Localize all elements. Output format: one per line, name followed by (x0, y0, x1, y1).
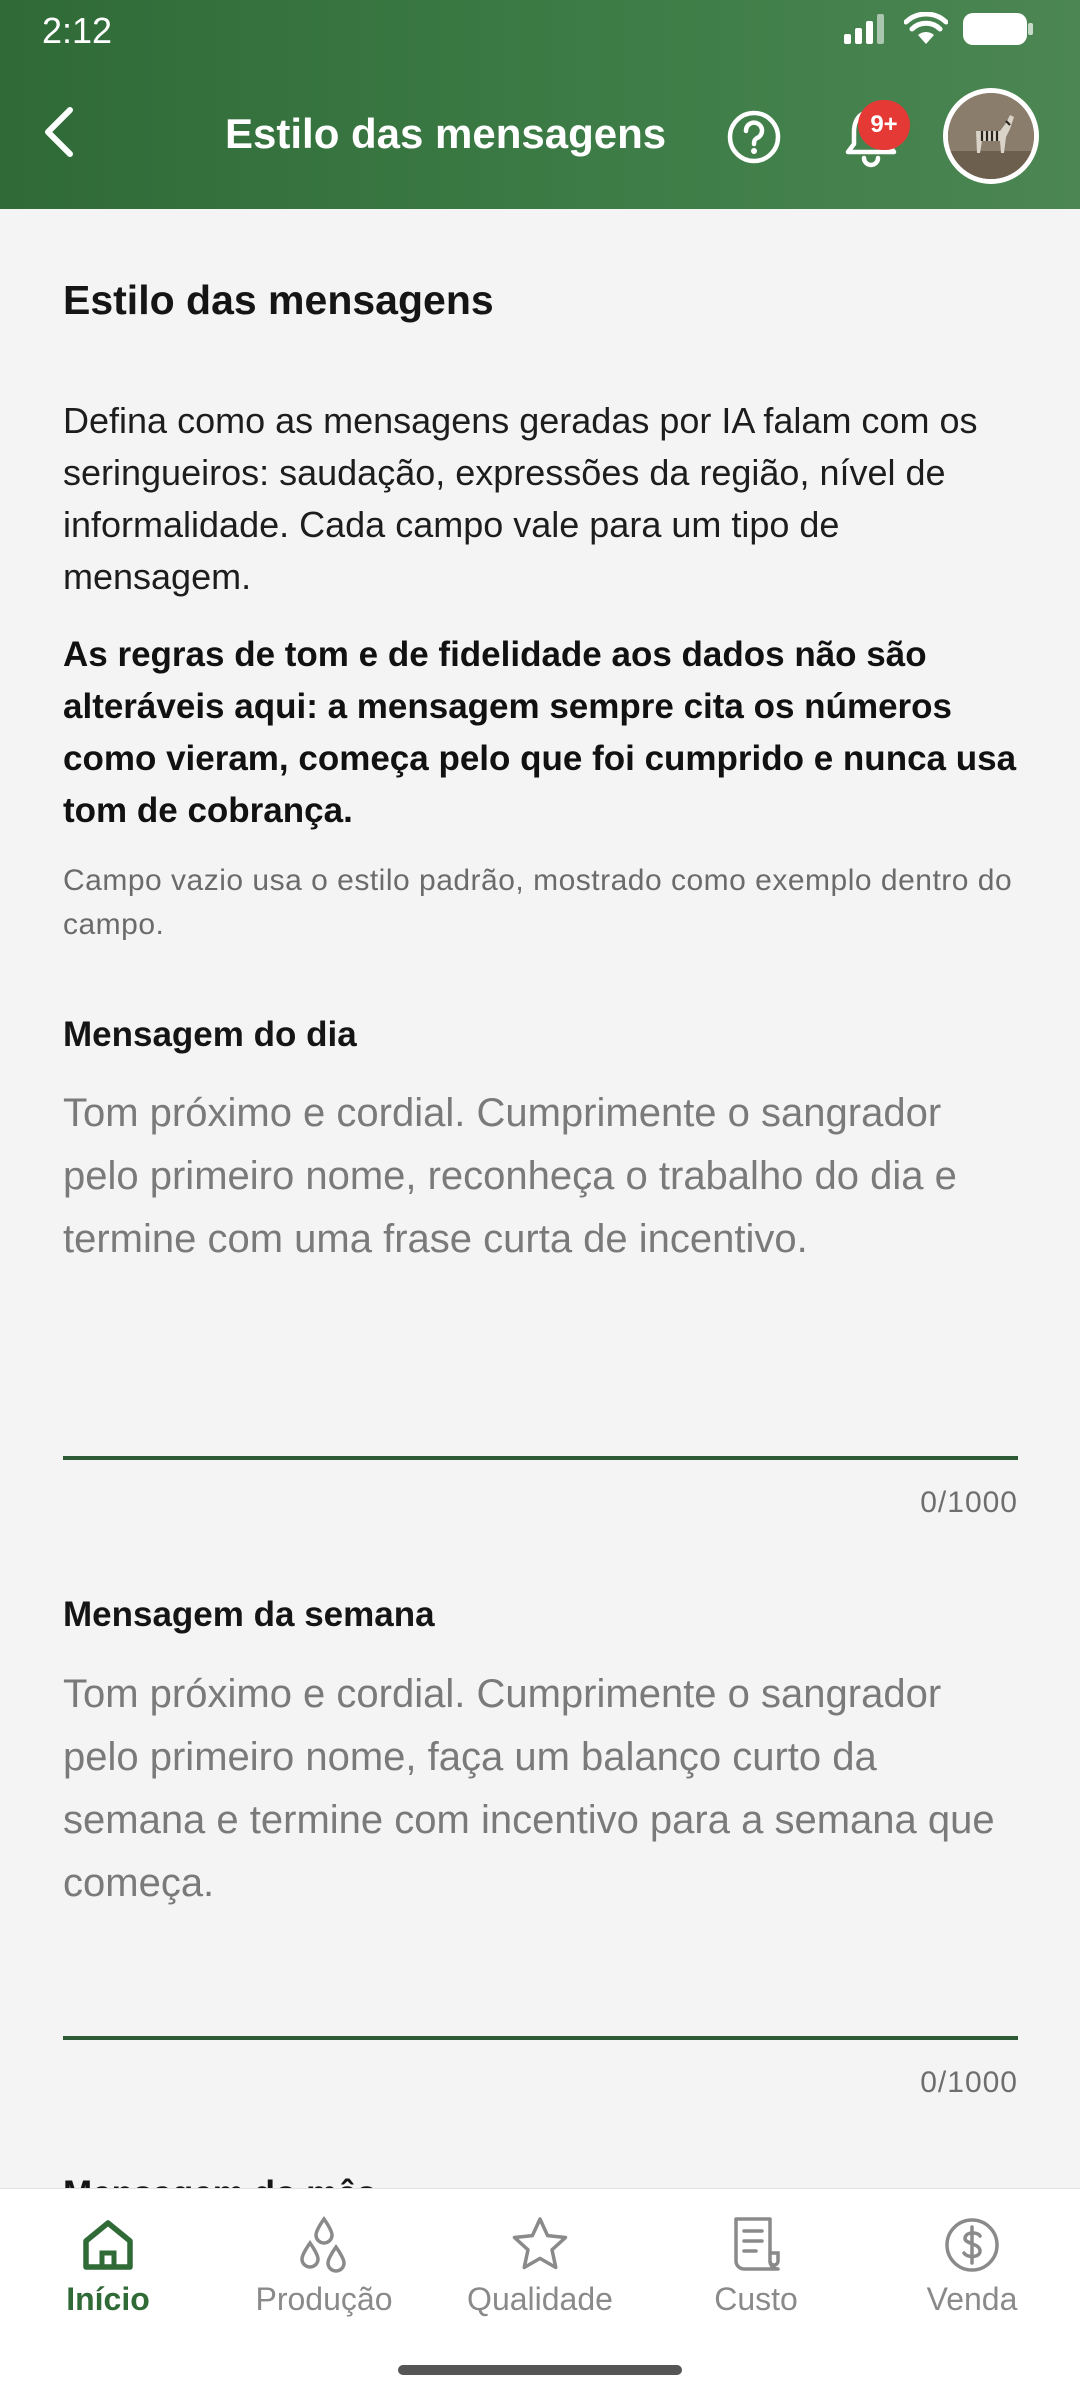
toolbar: Estilo das mensagens 9+ (0, 64, 1080, 209)
weekly-message-placeholder: Tom próximo e cordial. Cumprimente o san… (63, 1672, 995, 1905)
app-bar: 2:12 Estilo das mensagens 9+ (0, 0, 1080, 209)
nav-label-qualidade: Qualidade (467, 2281, 613, 2317)
nav-item-custo[interactable]: Custo (648, 2189, 864, 2329)
home-icon (83, 2220, 133, 2270)
weekly-message-counter: 0/1000 (920, 2066, 1018, 2099)
daily-message-label: Mensagem do dia (63, 1015, 357, 1054)
zebra-avatar-image (948, 93, 1034, 179)
home-indicator[interactable] (398, 2365, 682, 2375)
battery-icon (963, 13, 1033, 45)
receipt-icon (734, 2217, 780, 2271)
nav-item-producao[interactable]: Produção (216, 2189, 432, 2329)
status-bar: 2:12 (0, 0, 1080, 64)
nav-item-inicio[interactable]: Início (0, 2189, 216, 2329)
weekly-message-label: Mensagem da semana (63, 1595, 435, 1634)
star-icon (512, 2217, 568, 2270)
wifi-icon (904, 12, 948, 44)
section-description: Defina como as mensagens geradas por IA … (63, 400, 978, 597)
status-time: 2:12 (42, 10, 113, 51)
nav-label-producao: Produção (255, 2281, 393, 2317)
nav-item-venda[interactable]: Venda (864, 2189, 1080, 2329)
daily-message-placeholder: Tom próximo e cordial. Cumprimente o san… (63, 1091, 957, 1261)
weekly-message-textarea[interactable]: Tom próximo e cordial. Cumprimente o san… (63, 1663, 1018, 1915)
signal-icon (844, 14, 884, 44)
weekly-message-underline (63, 2036, 1018, 2040)
nav-label-venda: Venda (926, 2281, 1018, 2317)
chevron-left-icon (45, 107, 73, 157)
avatar[interactable] (943, 88, 1039, 184)
help-icon[interactable] (726, 109, 782, 165)
nav-label-inicio: Início (66, 2281, 150, 2317)
notification-badge: 9+ (858, 100, 910, 150)
daily-message-counter: 0/1000 (920, 1486, 1018, 1519)
page-title: Estilo das mensagens (225, 110, 667, 157)
rules-notice: As regras de tom e de fidelidade aos dad… (63, 635, 1017, 830)
nav-item-qualidade[interactable]: Qualidade (432, 2189, 648, 2329)
nav-label-custo: Custo (714, 2281, 798, 2317)
section-heading: Estilo das mensagens (63, 277, 494, 323)
daily-message-underline (63, 1456, 1018, 1460)
daily-message-textarea[interactable]: Tom próximo e cordial. Cumprimente o san… (63, 1082, 1018, 1271)
drops-icon (300, 2216, 346, 2273)
system-icons (844, 12, 1034, 46)
dollar-icon (945, 2218, 999, 2272)
back-button[interactable] (30, 102, 90, 162)
empty-field-hint: Campo vazio usa o estilo padrão, mostrad… (63, 864, 1013, 941)
